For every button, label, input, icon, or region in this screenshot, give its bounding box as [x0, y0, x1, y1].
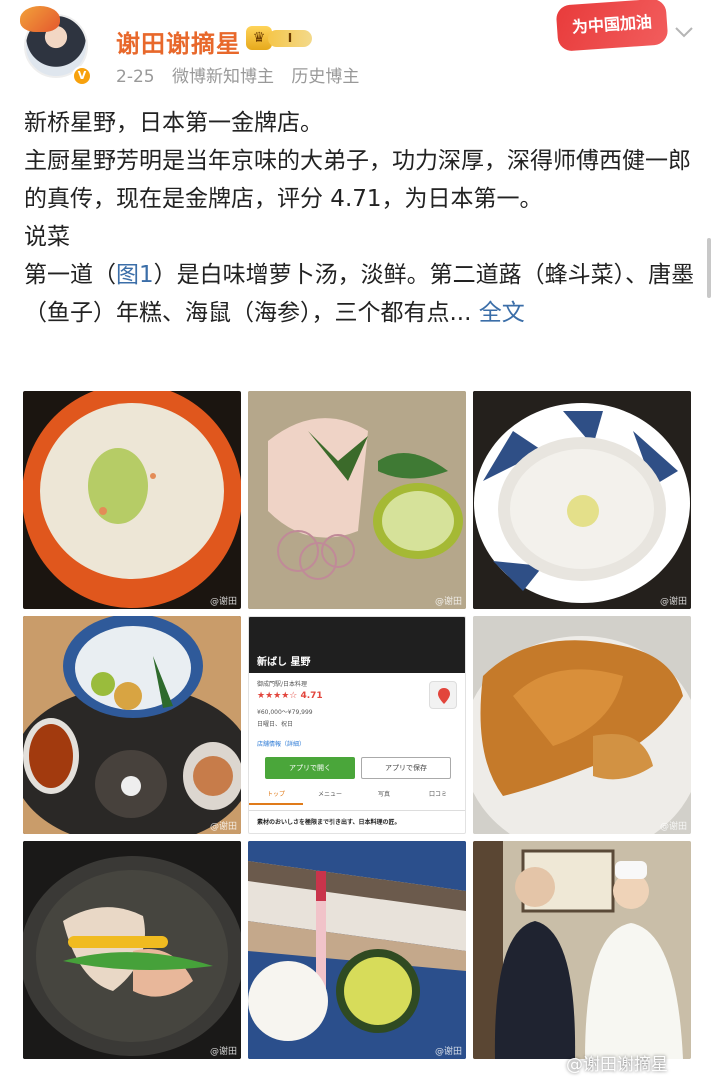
listing-description: 素材のおいしさを極限まで引き出す、日本料理の匠。 [257, 819, 401, 826]
listing-info-link: 店舗情報（詳細） [257, 741, 306, 748]
map-pin-icon [429, 681, 457, 709]
vip-level: I [268, 30, 312, 47]
avatar[interactable]: V [20, 6, 92, 86]
avatar-pendant-icon [20, 6, 60, 32]
listing-hours: 日曜日、祝日 [257, 721, 294, 728]
post-meta: 2-25 微博新知博主 历史博主 [116, 62, 371, 87]
fish-garnish-image [248, 391, 466, 609]
post-line: 新桥星野，日本第一金牌店。 [24, 110, 323, 136]
vip-badge[interactable]: ♛ I [246, 26, 312, 50]
listing-price: ¥60,000～¥79,999 [257, 709, 313, 716]
scrollbar[interactable] [707, 238, 711, 298]
photo-chef-and-guest[interactable] [473, 841, 691, 1059]
read-more-link[interactable]: 全文 [479, 300, 525, 326]
post-line: 主厨星野芳明是当年京味的大弟子，功力深厚，深得师傅西健一郎的真传，现在是金牌店，… [24, 148, 691, 212]
post-date: 2-25 [116, 67, 155, 87]
chevron-down-icon[interactable] [672, 20, 696, 44]
listing-open-app-button: アプリで開く [265, 757, 355, 779]
chef-and-guest-image [473, 841, 691, 1059]
image-link[interactable]: 图1 [116, 262, 154, 288]
listing-save-app-button: アプリで保存 [361, 757, 451, 779]
username[interactable]: 谢田谢摘星 [116, 24, 241, 59]
listing-tab: 写真 [377, 791, 390, 798]
radish-bowl-image [473, 391, 691, 609]
photo-sashimi-set[interactable]: @谢田 [23, 616, 241, 834]
watermark: @谢田 [659, 597, 687, 607]
watermark: @谢田 [209, 597, 237, 607]
user-tag: 历史博主 [291, 67, 360, 87]
listing-tab: メニュー [317, 791, 342, 798]
post-line: 说菜 [24, 224, 70, 250]
photo-grilled-fish[interactable]: @谢田 [248, 841, 466, 1059]
post-text-fragment: 第一道（ [24, 262, 116, 288]
photo-miso-soup[interactable]: @谢田 [23, 391, 241, 609]
photo-restaurant-listing[interactable]: 新ばし 星野 御成門駅/日本料理 ★★★★☆ 4.71 ¥60,000～¥79,… [248, 616, 466, 834]
listing-rating: ★★★★☆ 4.71 [257, 691, 323, 701]
watermark: @谢田 [434, 1047, 462, 1057]
photo-fish-garnish[interactable]: @谢田 [248, 391, 466, 609]
clear-soup-image [23, 841, 241, 1059]
photo-radish-bowl[interactable]: @谢田 [473, 391, 691, 609]
watermark: @谢田 [209, 1047, 237, 1057]
post-line: 第一道（图1）是白味增萝卜汤，淡鲜。第二道蕗（蜂斗菜）、唐墨（鱼子）年糕、海鼠（… [24, 256, 696, 332]
tempura-image [473, 616, 691, 834]
photo-tempura[interactable]: @谢田 [473, 616, 691, 834]
watermark: @谢田 [209, 822, 237, 832]
listing-tab: トップ [249, 791, 303, 805]
footer-watermark: @谢田谢摘星 [566, 1055, 668, 1075]
sashimi-set-image [23, 616, 241, 834]
watermark: @谢田 [659, 822, 687, 832]
listing-name: 新ばし 星野 [257, 657, 311, 668]
listing-tab: 口コミ [428, 791, 447, 798]
miso-soup-image [23, 391, 241, 608]
watermark: @谢田 [434, 597, 462, 607]
photo-clear-soup[interactable]: @谢田 [23, 841, 241, 1059]
listing-category: 御成門駅/日本料理 [257, 681, 308, 688]
china-badge: 为中国加油 [555, 0, 669, 52]
post-body: 新桥星野，日本第一金牌店。 主厨星野芳明是当年京味的大弟子，功力深厚，深得师傅西… [24, 104, 696, 332]
verified-icon: V [72, 66, 92, 86]
user-tag: 微博新知博主 [172, 67, 274, 87]
grilled-fish-image [248, 841, 466, 1059]
listing-tabs: トップ メニュー 写真 口コミ [249, 787, 465, 811]
